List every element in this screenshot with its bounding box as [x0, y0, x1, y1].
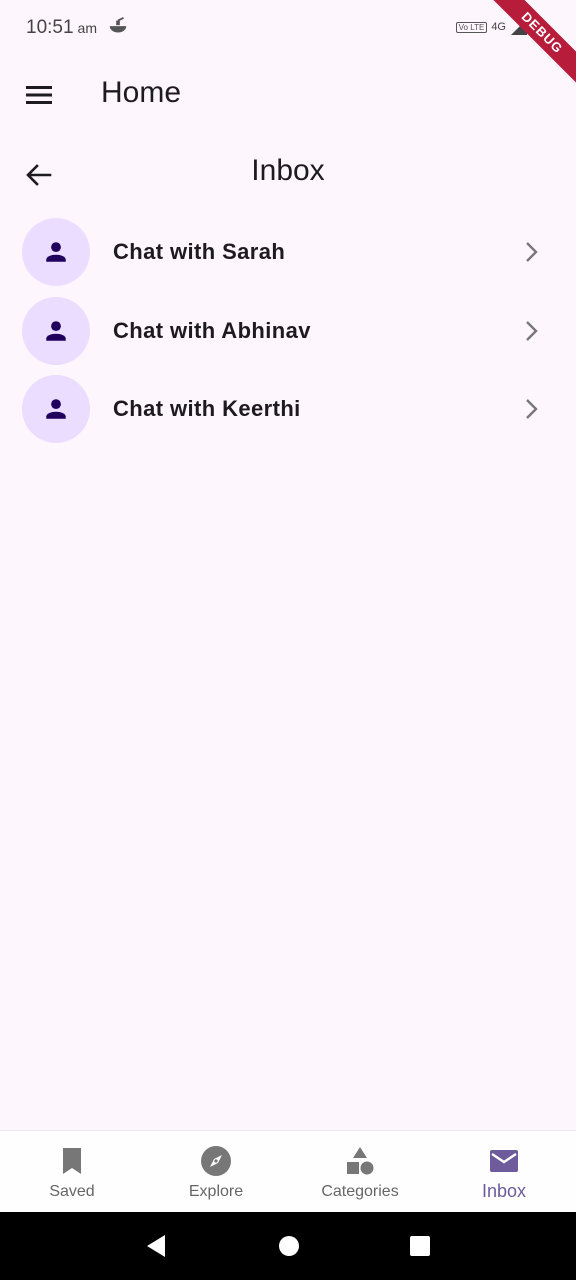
inbox-header: Inbox	[0, 140, 576, 206]
nav-item-categories[interactable]: Categories	[288, 1131, 432, 1212]
bookmark-icon	[63, 1148, 81, 1174]
menu-icon[interactable]	[22, 78, 56, 112]
status-ampm: am	[77, 20, 97, 36]
chat-label: Chat with Sarah	[113, 239, 286, 264]
chat-label: Chat with Abhinav	[113, 317, 311, 343]
compass-icon	[201, 1146, 231, 1176]
chevron-right-icon	[526, 399, 538, 419]
avatar	[22, 296, 90, 365]
avatar	[22, 375, 90, 443]
nav-label: Saved	[49, 1183, 95, 1200]
nav-label: Inbox	[481, 1181, 527, 1201]
chevron-right-icon	[526, 242, 538, 262]
app-title: Home	[101, 76, 182, 109]
chat-label: Chat with Keerthi	[113, 396, 301, 421]
chat-item-keerthi[interactable]: Chat with Keerthi	[0, 369, 576, 448]
person-icon	[46, 242, 66, 262]
status-time: 10:51 am	[26, 17, 97, 39]
categories-icon	[347, 1147, 374, 1175]
bottom-navigation: Saved Explore Categories Inbox	[0, 1130, 576, 1212]
chat-list: Chat with Sarah Chat with Abhinav Chat w…	[0, 212, 576, 448]
notification-icon	[109, 17, 127, 33]
system-home-icon[interactable]	[276, 1232, 302, 1260]
back-arrow-icon[interactable]	[22, 158, 56, 192]
nav-label: Categories	[321, 1183, 399, 1200]
chat-item-abhinav[interactable]: Chat with Abhinav	[0, 291, 576, 370]
nav-item-inbox[interactable]: Inbox	[432, 1131, 576, 1212]
nav-label: Explore	[188, 1183, 244, 1200]
signal-icon	[511, 19, 527, 35]
app-bar: Home	[0, 58, 576, 130]
chat-item-sarah[interactable]: Chat with Sarah	[0, 212, 576, 291]
mail-icon	[490, 1150, 518, 1172]
system-navigation-bar	[0, 1212, 576, 1280]
status-bar: 10:51 am Vo LTE 4G	[0, 0, 576, 58]
person-icon	[46, 399, 66, 419]
system-recents-icon[interactable]	[407, 1232, 433, 1260]
person-icon	[46, 320, 66, 341]
chevron-right-icon	[526, 320, 538, 341]
status-indicators: Vo LTE 4G	[455, 16, 528, 38]
nav-item-saved[interactable]: Saved	[0, 1131, 144, 1212]
system-back-icon[interactable]	[143, 1232, 169, 1260]
nav-item-explore[interactable]: Explore	[144, 1131, 288, 1212]
page-title: Inbox	[251, 154, 325, 187]
status-time-value: 10:51	[26, 17, 74, 38]
avatar	[22, 218, 90, 286]
network-type: 4G	[491, 21, 506, 33]
volte-badge: Vo LTE	[455, 21, 488, 33]
